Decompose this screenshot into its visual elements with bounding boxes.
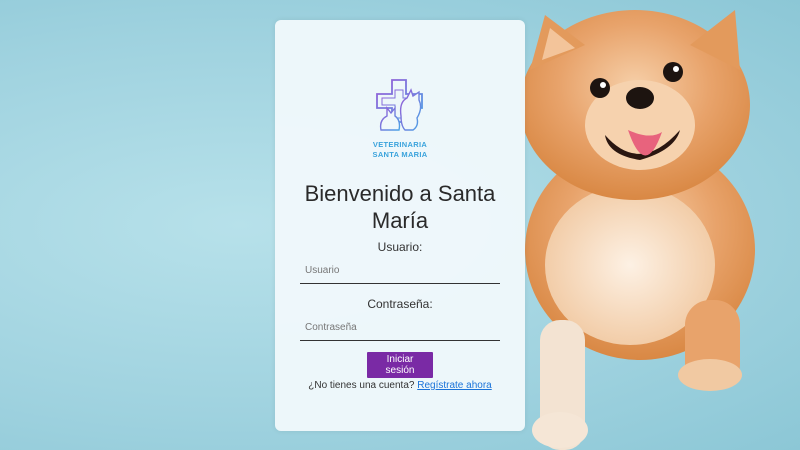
dog-photo — [520, 10, 755, 450]
password-input[interactable] — [300, 315, 500, 341]
brand-name-line2: SANTA MARIA — [372, 150, 428, 159]
register-link[interactable]: Regístrate ahora — [417, 380, 492, 391]
password-label: Contraseña: — [367, 297, 433, 311]
brand-name-line1: VETERINARIA — [372, 140, 428, 149]
register-prompt-text: ¿No tienes una cuenta? — [308, 380, 415, 391]
login-button[interactable]: Iniciar sesión — [367, 352, 433, 378]
register-prompt: ¿No tienes una cuenta? Regístrate ahora — [275, 380, 525, 391]
login-card: VETERINARIA SANTA MARIA Bienvenido a San… — [275, 20, 525, 431]
clinic-cross-dog-cat-icon — [376, 79, 423, 131]
username-label: Usuario: — [377, 240, 423, 254]
page-title: Bienvenido a Santa María — [304, 181, 496, 233]
username-input[interactable] — [300, 258, 500, 284]
